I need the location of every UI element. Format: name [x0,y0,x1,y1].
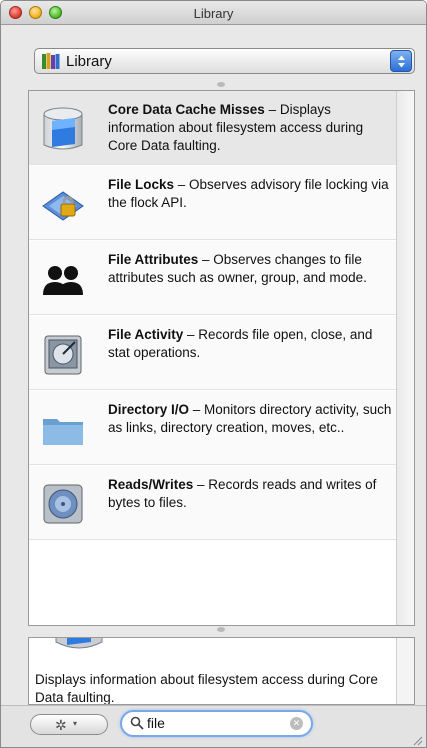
detail-scrollbar[interactable] [396,638,414,704]
users-icon [43,266,83,295]
title-bar: Library [1,1,426,25]
popup-stepper-icon [390,50,412,72]
search-input[interactable] [147,713,287,733]
row-description: Reads/Writes – Records reads and writes … [108,476,393,512]
row-description: Core Data Cache Misses – Displays inform… [108,101,393,155]
library-popup-button[interactable]: Library [34,48,415,74]
row-title: Reads/Writes [108,477,194,492]
gear-icon: ✲ [55,717,67,733]
library-books-icon [42,53,60,69]
row-description: File Locks – Observes advisory file lock… [108,176,393,212]
database-cylinder-icon [55,638,103,649]
clear-search-icon[interactable]: ✕ [290,717,303,730]
instrument-list: Core Data Cache Misses – Displays inform… [28,90,415,626]
list-item-reads-writes[interactable]: Reads/Writes – Records reads and writes … [29,466,396,540]
list-item-file-activity[interactable]: File Activity – Records file open, close… [29,316,396,390]
detail-pane: Displays information about filesystem ac… [28,637,415,705]
row-title: Directory I/O [108,402,190,417]
list-item-core-data-cache-misses[interactable]: Core Data Cache Misses – Displays inform… [29,91,396,165]
list-item-file-locks[interactable]: File Locks – Observes advisory file lock… [29,166,396,240]
list-scrollbar[interactable] [396,91,414,625]
split-grip-icon[interactable] [217,627,225,632]
window-title: Library [193,6,234,21]
row-title: Core Data Cache Misses [108,102,265,117]
row-title: File Attributes [108,252,199,267]
split-grip-icon[interactable] [217,82,225,87]
folder-icon [43,419,83,445]
database-cylinder-icon [43,107,83,150]
row-title: File Activity [108,327,184,342]
row-description: Directory I/O – Monitors directory activ… [108,401,393,437]
row-description: File Activity – Records file open, close… [108,326,393,362]
hard-drive-icon [44,335,82,375]
bottom-toolbar: ✲ ▾ ✕ [1,705,426,747]
row-title: File Locks [108,177,175,192]
row-description: File Attributes – Observes changes to fi… [108,251,393,287]
list-item-directory-io[interactable]: Directory I/O – Monitors directory activ… [29,391,396,465]
disk-icon [43,484,83,524]
action-menu-button[interactable]: ✲ ▾ [30,714,108,735]
chevron-down-icon: ▾ [73,719,78,728]
search-icon [130,716,144,730]
list-item-file-attributes[interactable]: File Attributes – Observes changes to fi… [29,241,396,315]
library-popup-label: Library [66,53,112,70]
resize-grip-icon[interactable] [411,734,423,746]
library-window: Library Library Core Data Cache Misses –… [0,0,427,748]
file-lock-icon [42,191,84,221]
search-field[interactable]: ✕ [120,710,313,737]
detail-description: Displays information about filesystem ac… [35,672,378,705]
